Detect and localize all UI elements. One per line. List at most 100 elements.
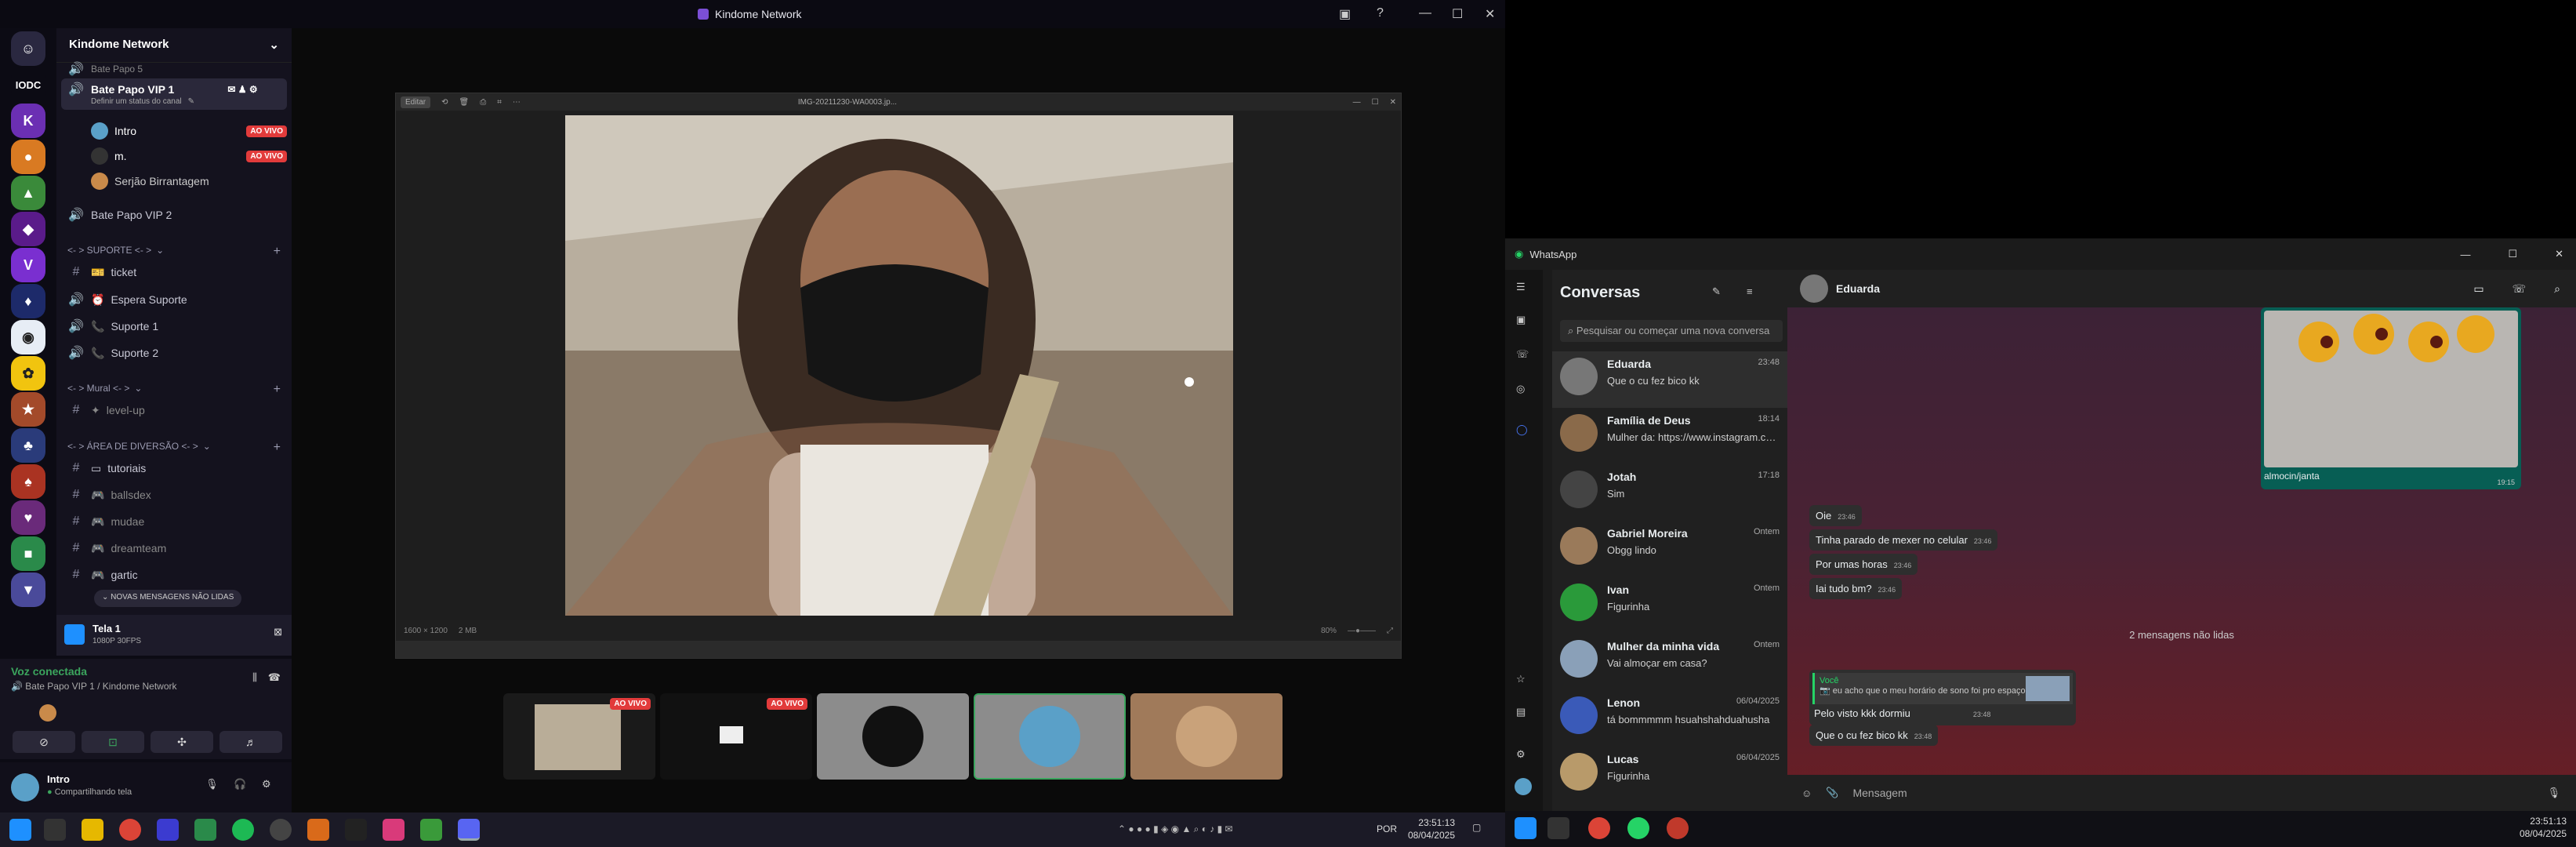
conversation-item[interactable]: Jotah 17:18 Sim <box>1552 464 1787 521</box>
voice-member[interactable]: Serjão Birrantagem <box>91 173 209 190</box>
minimize-button[interactable]: — <box>1353 98 1361 107</box>
server-icon[interactable]: ♥ <box>11 500 45 535</box>
message-input[interactable]: Mensagem <box>1852 787 1907 799</box>
delete-icon[interactable]: 🗑 <box>459 98 470 107</box>
start-icon[interactable] <box>1515 817 1537 839</box>
server-icon[interactable]: ♠ <box>11 464 45 499</box>
app-icon[interactable] <box>270 819 292 841</box>
participant-tile[interactable] <box>817 693 969 780</box>
participant-tile-speaking[interactable] <box>974 693 1126 780</box>
conversation-item[interactable]: Eduarda 23:48 Que o cu fez bico kk <box>1552 351 1787 408</box>
message-bubble[interactable]: Tinha parado de mexer no celular 23:46 <box>1809 529 1998 551</box>
taskview-icon[interactable] <box>44 819 66 841</box>
server-icon[interactable]: ★ <box>11 392 45 427</box>
voice-channel[interactable]: 🔊 ⏰ Espera Suporte <box>67 292 187 307</box>
maximize-button[interactable]: ☐ <box>1372 98 1379 107</box>
server-icon[interactable]: ◉ <box>11 320 45 354</box>
video-call-icon[interactable]: ▭ <box>2473 282 2483 296</box>
explorer-icon[interactable] <box>82 819 103 841</box>
close-button[interactable]: ✕ <box>2555 248 2563 260</box>
signal-icon[interactable]: ⫼ <box>252 671 257 684</box>
chrome-icon[interactable] <box>1588 817 1610 839</box>
taskview-icon[interactable] <box>1547 817 1569 839</box>
server-icon[interactable]: ■ <box>11 536 45 571</box>
server-icon[interactable]: ● <box>11 140 45 174</box>
text-channel[interactable]: # 🎮 gartic <box>67 568 138 582</box>
category-area[interactable]: <- > ÁREA DE DIVERSÃO <- > ⌄ + <box>67 441 281 455</box>
star-icon[interactable]: ☆ <box>1516 673 1526 685</box>
server-iodc-icon[interactable]: IODC <box>11 67 45 102</box>
language-indicator[interactable]: POR <box>1377 823 1397 834</box>
conversation-item[interactable]: Gabriel Moreira Ontem Obgg lindo <box>1552 521 1787 577</box>
crop-icon[interactable]: ⌗ <box>497 98 502 107</box>
server-header[interactable]: Kindome Network ⌄ <box>56 28 292 63</box>
new-chat-icon[interactable]: ✎ <box>1712 285 1721 298</box>
voice-call-icon[interactable]: ☏ <box>2513 282 2527 296</box>
conversation-item[interactable]: Família de Deus 18:14 Mulher da: https://w… <box>1552 408 1787 464</box>
search-input[interactable]: ⌕ Pesquisar ou começar uma nova conversa <box>1560 320 1783 342</box>
spotify-icon[interactable] <box>232 819 254 841</box>
more-icon[interactable]: ⋯ <box>513 98 521 107</box>
conversation-item[interactable]: Lucas 06/04/2025 Figurinha <box>1552 747 1787 803</box>
voice-location[interactable]: 🔊 Bate Papo VIP 1 / Kindome Network <box>11 681 177 692</box>
dm-home-icon[interactable]: ☺ <box>11 31 45 66</box>
inbox-icon[interactable]: ▣ <box>1339 6 1351 22</box>
app-icon[interactable] <box>420 819 442 841</box>
share-screen-button[interactable]: ⊡ <box>82 731 144 753</box>
text-channel[interactable]: # 🎮 dreamteam <box>67 541 167 555</box>
clock-time[interactable]: 23:51:13 <box>2516 816 2567 827</box>
app-icon[interactable] <box>383 819 405 841</box>
maximize-button[interactable]: ☐ <box>2508 248 2517 260</box>
channel-settings-icon[interactable]: ✉ ♟ ⚙ <box>227 84 257 95</box>
emoji-icon[interactable]: ☺ <box>1801 787 1812 799</box>
add-channel-icon[interactable]: + <box>274 441 281 455</box>
server-icon[interactable]: ♣ <box>11 428 45 463</box>
close-button[interactable]: ✕ <box>1390 98 1396 107</box>
mic-icon[interactable]: 🎙 <box>205 778 219 791</box>
zoom-slider[interactable]: —●—— <box>1348 627 1376 635</box>
gear-icon[interactable]: ⚙ <box>262 778 271 791</box>
maximize-button[interactable]: ☐ <box>1452 6 1463 22</box>
voice-channel-vip2[interactable]: 🔊 Bate Papo VIP 2 <box>67 207 172 223</box>
archive-icon[interactable]: ▤ <box>1516 706 1526 718</box>
voice-member[interactable]: m. AO VIVO <box>91 147 287 165</box>
whatsapp-taskbar-icon[interactable] <box>1627 817 1649 839</box>
print-icon[interactable]: ⎙ <box>480 98 486 107</box>
message-bubble[interactable]: Por umas horas 23:46 <box>1809 554 1918 575</box>
minimize-button[interactable]: — <box>2460 249 2470 260</box>
meta-ai-icon[interactable]: ◯ <box>1516 424 1528 436</box>
quoted-message[interactable]: Você 📷 eu acho que o meu horário de sono… <box>1812 673 2073 704</box>
edit-button[interactable]: Editar <box>401 96 431 108</box>
text-channel-level-up[interactable]: # ✦ level-up <box>67 403 145 417</box>
text-channel-ticket[interactable]: # 🎫 ticket <box>67 265 137 279</box>
terminal-icon[interactable] <box>345 819 367 841</box>
text-channel[interactable]: # ▭ tutoriais <box>67 461 147 475</box>
tray-icons[interactable]: ⌃ ● ● ● ▮ ◈ ◉ ▲ ⌕ ◐ ♪ ▮ ✉ <box>1118 823 1233 835</box>
app-icon[interactable] <box>157 819 179 841</box>
category-suporte[interactable]: <- > SUPORTE <- > ⌄ + <box>67 245 281 259</box>
chrome-icon[interactable] <box>119 819 141 841</box>
disconnect-icon[interactable]: ☎ <box>268 671 281 684</box>
close-button[interactable]: ✕ <box>1485 6 1495 22</box>
server-icon[interactable]: ♦ <box>11 284 45 318</box>
menu-icon[interactable]: ☰ <box>1516 281 1526 293</box>
notification-icon[interactable]: ▢ <box>1472 822 1481 833</box>
app-icon[interactable] <box>194 819 216 841</box>
server-icon[interactable]: ◆ <box>11 212 45 246</box>
server-icon[interactable]: ✿ <box>11 356 45 391</box>
search-icon[interactable]: ⌕ <box>2554 282 2560 296</box>
message-bubble[interactable]: Oie 23:46 <box>1809 505 1862 526</box>
stream-tile[interactable]: AO VIVO <box>503 693 655 780</box>
voice-member[interactable]: Intro AO VIVO <box>91 122 287 140</box>
message-bubble[interactable]: Que o cu fez bico kk 23:48 <box>1809 725 1939 746</box>
server-icon[interactable]: ▼ <box>11 573 45 607</box>
voice-channel[interactable]: 🔊 Bate Papo 5 <box>67 61 143 77</box>
reply-message[interactable]: Você 📷 eu acho que o meu horário de sono… <box>1809 670 2076 725</box>
stream-tile[interactable]: AO VIVO <box>660 693 812 780</box>
fullscreen-icon[interactable]: ⤢ <box>1387 627 1393 635</box>
help-icon[interactable]: ? <box>1377 6 1384 20</box>
discord-taskbar-icon[interactable] <box>458 819 480 841</box>
mic-icon[interactable]: 🎙 <box>2547 787 2560 799</box>
chevron-down-icon[interactable]: ⌄ <box>269 38 279 53</box>
activities-button[interactable]: ✣ <box>151 731 213 753</box>
